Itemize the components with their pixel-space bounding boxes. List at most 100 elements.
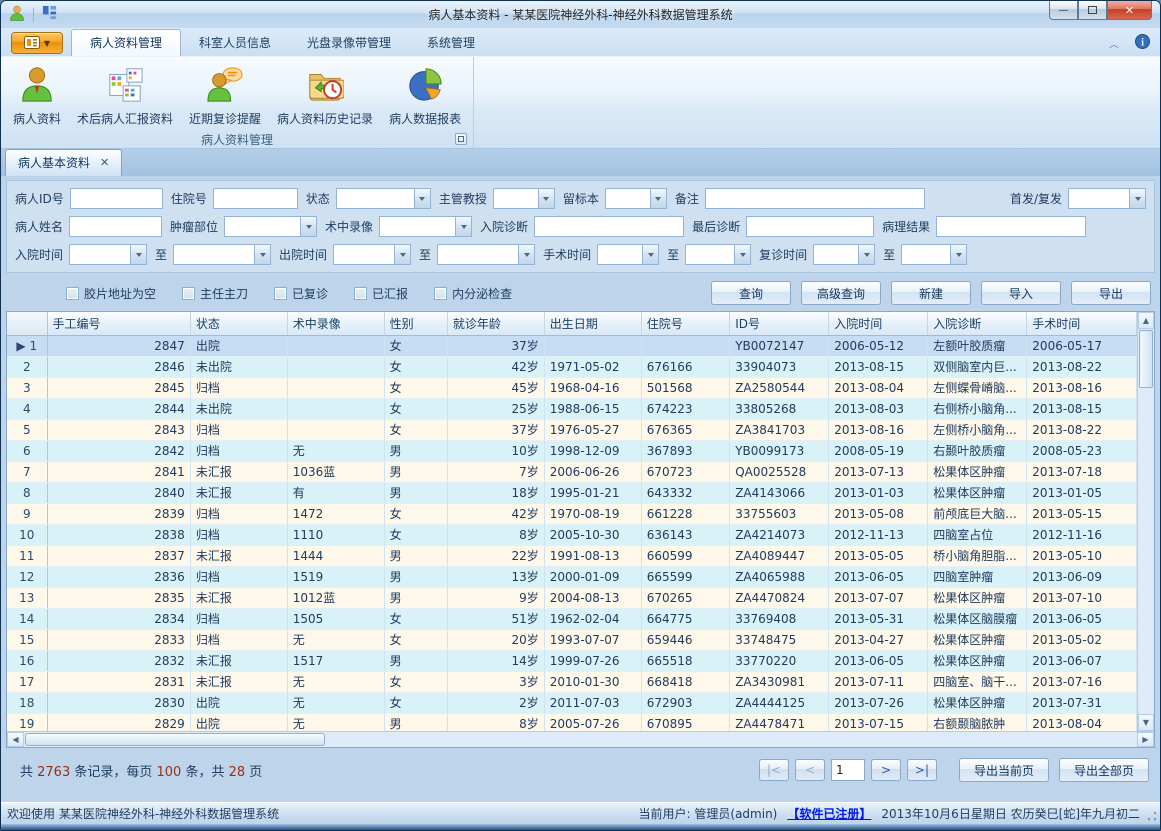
combo-dropdown-icon[interactable] [414,188,431,209]
page-number-input[interactable]: 1 [831,759,865,781]
combo-value[interactable] [224,216,300,237]
hscroll-thumb[interactable] [25,733,325,746]
table-row[interactable]: 162832未汇报1517男14岁1999-07-266655183377022… [7,650,1137,671]
table-row[interactable]: ▶ 12847出院女37岁YB00721472006-05-12左额叶胶质瘤20… [7,335,1137,356]
combo-dropdown-icon[interactable] [254,244,271,265]
combo-value[interactable] [1068,188,1129,209]
ribbon-button-病人资料[interactable]: 病人资料 [5,61,69,131]
table-row[interactable]: 102838归档1110女8岁2005-10-30636143ZA4214073… [7,524,1137,545]
combo-value[interactable] [437,244,518,265]
filter-input-病人ID号[interactable] [70,188,163,209]
table-row[interactable]: 112837未汇报1444男22岁1991-08-13660599ZA40894… [7,545,1137,566]
next-page-button[interactable]: > [871,759,901,781]
button-高级查询[interactable]: 高级查询 [801,281,881,305]
filter-combo-至[interactable] [685,244,751,265]
combo-dropdown-icon[interactable] [518,244,535,265]
combo-dropdown-icon[interactable] [1129,188,1146,209]
scroll-left-icon[interactable]: ◀ [7,732,24,747]
table-row[interactable]: 52843归档女37岁1976-05-27676365ZA38417032013… [7,419,1137,440]
filter-input-最后诊断[interactable] [746,216,874,237]
column-header-入院时间[interactable]: 入院时间 [829,312,928,335]
vertical-scrollbar[interactable]: ▲ ▼ [1137,312,1154,731]
table-row[interactable]: 182830出院无女2岁2011-07-03672903ZA4444125201… [7,692,1137,713]
export-current-page-button[interactable]: 导出当前页 [959,758,1049,782]
filter-combo-入院时间[interactable] [69,244,147,265]
document-tab-patient-basic-info[interactable]: 病人基本资料 ✕ [5,149,122,176]
ribbon-tab-系统管理[interactable]: 系统管理 [409,30,493,56]
combo-dropdown-icon[interactable] [858,244,875,265]
table-row[interactable]: 32845归档女45岁1968-04-16501568ZA25805442013… [7,377,1137,398]
hscroll-track[interactable] [24,732,1137,747]
first-page-button[interactable]: |< [759,759,789,781]
table-row[interactable]: 62842归档无男10岁1998-12-09367893YB0099173200… [7,440,1137,461]
table-row[interactable]: 152833归档无女20岁1993-07-0765944633748475201… [7,629,1137,650]
ribbon-tab-科室人员信息[interactable]: 科室人员信息 [181,30,289,56]
combo-dropdown-icon[interactable] [394,244,411,265]
last-page-button[interactable]: >| [907,759,937,781]
resize-grip[interactable] [1147,811,1157,821]
checkbox-胶片地址为空[interactable]: 胶片地址为空 [66,285,156,302]
column-header-住院号[interactable]: 住院号 [641,312,730,335]
column-header-状态[interactable]: 状态 [190,312,287,335]
horizontal-scrollbar[interactable]: ◀ ▶ [7,731,1154,747]
button-导入[interactable]: 导入 [981,281,1061,305]
combo-dropdown-icon[interactable] [455,216,472,237]
checkbox-已汇报[interactable]: 已汇报 [354,285,408,302]
table-row[interactable]: 92839归档1472女42岁1970-08-19661228337556032… [7,503,1137,524]
filter-input-病理结果[interactable] [936,216,1086,237]
application-menu-button[interactable]: ▼ [11,32,63,54]
ribbon-button-病人数据报表[interactable]: 病人数据报表 [381,61,469,131]
scroll-up-icon[interactable]: ▲ [1138,312,1154,329]
scroll-right-icon[interactable]: ▶ [1137,732,1154,747]
combo-value[interactable] [605,188,650,209]
vscroll-thumb[interactable] [1139,330,1153,388]
export-all-pages-button[interactable]: 导出全部页 [1059,758,1149,782]
combo-value[interactable] [69,244,130,265]
prev-page-button[interactable]: < [795,759,825,781]
table-row[interactable]: 132835未汇报1012蓝男9岁2004-08-13670265ZA44708… [7,587,1137,608]
column-header-ID号[interactable]: ID号 [730,312,829,335]
combo-value[interactable] [333,244,394,265]
combo-dropdown-icon[interactable] [734,244,751,265]
combo-dropdown-icon[interactable] [130,244,147,265]
button-导出[interactable]: 导出 [1071,281,1151,305]
table-row[interactable]: 22846未出院女42岁1971-05-02676166339040732013… [7,356,1137,377]
column-header-出生日期[interactable]: 出生日期 [544,312,641,335]
filter-combo-至[interactable] [437,244,535,265]
filter-combo-状态[interactable] [336,188,431,209]
ribbon-tab-光盘录像带管理[interactable]: 光盘录像带管理 [289,30,409,56]
filter-combo-出院时间[interactable] [333,244,411,265]
combo-value[interactable] [685,244,734,265]
filter-combo-肿瘤部位[interactable] [224,216,317,237]
close-button[interactable]: ✕ [1107,1,1152,20]
dialog-launcher-icon[interactable] [455,133,467,145]
filter-combo-留标本[interactable] [605,188,667,209]
scroll-down-icon[interactable]: ▼ [1138,714,1154,731]
filter-combo-主管教授[interactable] [493,188,555,209]
table-row[interactable]: 122836归档1519男13岁2000-01-09665599ZA406598… [7,566,1137,587]
combo-dropdown-icon[interactable] [300,216,317,237]
button-查询[interactable]: 查询 [711,281,791,305]
minimize-button[interactable]: — [1049,1,1078,20]
filter-combo-复诊时间[interactable] [813,244,875,265]
filter-combo-至[interactable] [901,244,967,265]
close-tab-icon[interactable]: ✕ [100,156,109,169]
combo-dropdown-icon[interactable] [650,188,667,209]
filter-input-住院号[interactable] [213,188,298,209]
vscroll-track[interactable] [1138,329,1154,714]
combo-dropdown-icon[interactable] [950,244,967,265]
table-row[interactable]: 142834归档1505女51岁1962-02-0466477533769408… [7,608,1137,629]
filter-combo-术中录像[interactable] [379,216,472,237]
column-header-就诊年龄[interactable]: 就诊年龄 [447,312,544,335]
column-header-性别[interactable]: 性别 [384,312,447,335]
filter-input-备注[interactable] [705,188,925,209]
combo-dropdown-icon[interactable] [642,244,659,265]
restore-button[interactable] [1078,1,1107,20]
filter-input-入院诊断[interactable] [534,216,684,237]
combo-value[interactable] [493,188,538,209]
filter-input-病人姓名[interactable] [69,216,162,237]
table-row[interactable]: 72841未汇报1036蓝男7岁2006-06-26670723QA002552… [7,461,1137,482]
filter-combo-首发/复发[interactable] [1068,188,1146,209]
checkbox-已复诊[interactable]: 已复诊 [274,285,328,302]
combo-value[interactable] [173,244,254,265]
